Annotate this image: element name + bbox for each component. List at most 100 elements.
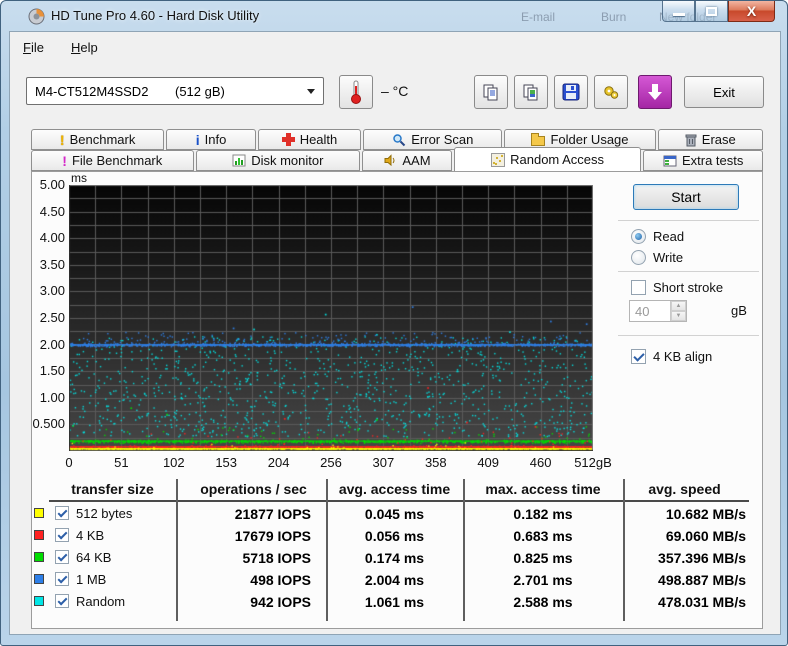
tab-health[interactable]: Health [257,129,362,150]
download-arrow-icon [647,84,663,100]
tab-label: Info [204,132,227,147]
y-tick-label: 1.00 [39,389,65,405]
drive-capacity: (512 gB) [175,83,225,99]
column-header: operations / sec [200,481,307,497]
drive-select-dropdown[interactable]: M4-CT512M4SSD2 (512 gB) [26,77,324,105]
menu-file[interactable]: File [15,37,52,58]
chart-canvas [69,185,593,451]
ops-value: 942 IOPS [250,594,311,610]
menu-help[interactable]: Help [63,37,106,58]
spin-up-button[interactable]: ▲ [671,301,686,311]
separator [618,271,759,272]
spin-down-button[interactable]: ▼ [671,311,686,321]
series-color-swatch [34,596,44,606]
transfer-size-label: 1 MB [76,572,107,587]
tab-erase[interactable]: Erase [657,129,763,150]
tab-row-1: ! Benchmark i Info Health Error Scan Fol… [31,129,763,150]
speaker-icon [384,154,395,167]
health-icon [281,133,295,146]
update-button[interactable] [638,75,672,109]
avg-access-value: 0.174 ms [364,550,425,566]
avg-speed-value: 357.396 MB/s [658,550,746,566]
x-tick-label: 256 [320,455,342,470]
benchmark-icon: ! [59,131,65,148]
start-button[interactable]: Start [633,184,739,210]
y-tick-label: 3.00 [39,283,65,299]
write-label: Write [653,250,684,265]
table-row: 4 KB 17679 IOPS 0.056 ms 0.683 ms 69.060… [31,525,763,547]
series-checkbox[interactable] [55,550,69,564]
x-tick-label: 153 [215,455,238,470]
tab-disk-monitor[interactable]: Disk monitor [195,150,361,171]
tab-label: Error Scan [411,132,474,147]
info-icon: i [195,131,200,148]
tab-label: Folder Usage [550,132,629,147]
x-tick-label: 307 [372,455,395,470]
read-label: Read [653,229,685,244]
close-button[interactable]: X [728,1,775,22]
series-color-swatch [34,530,44,540]
tab-label: Extra tests [681,153,744,168]
maximize-button[interactable] [695,1,728,22]
app-icon [28,8,45,25]
temperature-value: – °C [381,83,409,99]
column-header: transfer size [71,481,154,497]
x-tick-label: 204 [267,455,290,470]
minimize-button[interactable] [662,1,695,22]
drive-name: M4-CT512M4SSD2 [35,83,149,99]
avg-access-value: 1.061 ms [364,594,425,610]
thermometer-icon [351,80,361,104]
tab-file-benchmark[interactable]: ! File Benchmark [31,150,194,171]
short-stroke-size-input[interactable]: 40 ▲ ▼ [629,300,687,322]
y-axis-unit-label: ms [71,171,87,185]
copy-text-icon [483,84,498,101]
chevron-down-icon [307,89,315,94]
tab-aam[interactable]: AAM [362,150,452,171]
table-row: Random 942 IOPS 1.061 ms 2.588 ms 478.03… [31,591,763,613]
write-radio[interactable] [631,250,646,265]
column-header: avg. access time [338,481,451,497]
header-underline [49,500,749,502]
copy-text-button[interactable] [474,75,508,109]
tab-label: Random Access [510,152,605,167]
max-access-value: 0.825 ms [513,550,573,566]
series-checkbox[interactable] [55,506,69,520]
tab-info[interactable]: i Info [166,129,256,150]
series-checkbox[interactable] [55,572,69,586]
x-tick-label: 409 [477,455,500,470]
ops-value: 17679 IOPS [234,528,311,544]
series-checkbox[interactable] [55,594,69,608]
tab-random-access[interactable]: Random Access [453,147,642,171]
ops-value: 21877 IOPS [234,506,311,522]
series-checkbox[interactable] [55,528,69,542]
ghost-label: E-mail [521,10,556,24]
max-access-value: 0.182 ms [513,506,573,522]
avg-speed-value: 69.060 MB/s [665,528,746,544]
exit-button[interactable]: Exit [684,76,764,108]
copy-image-button[interactable] [514,75,548,109]
x-tick-label: 102 [162,455,185,470]
read-radio[interactable] [631,229,646,244]
max-access-value: 2.701 ms [513,572,573,588]
window-title: HD Tune Pro 4.60 - Hard Disk Utility [51,8,260,23]
series-color-swatch [34,552,44,562]
tab-extra-tests[interactable]: Extra tests [643,150,763,171]
options-button[interactable] [594,75,628,109]
trash-icon [685,134,697,146]
4kb-align-label: 4 KB align [653,349,713,364]
y-tick-label: 2.50 [39,310,65,325]
save-button[interactable] [554,75,588,109]
table-grid-icon [663,155,677,166]
y-tick-label: 3.50 [39,256,65,272]
avg-speed-value: 498.887 MB/s [658,572,746,588]
short-stroke-checkbox[interactable] [631,280,646,295]
temperature-button[interactable] [339,75,373,109]
4kb-align-checkbox[interactable] [631,349,646,364]
tab-benchmark[interactable]: ! Benchmark [31,129,165,150]
x-tick-label: 460 [529,455,552,470]
y-tick-label: 1.50 [39,363,65,379]
options-icon [604,86,619,99]
table-row: 512 bytes 21877 IOPS 0.045 ms 0.182 ms 1… [31,503,763,525]
transfer-size-label: Random [76,594,126,609]
column-header: avg. speed [648,481,721,497]
